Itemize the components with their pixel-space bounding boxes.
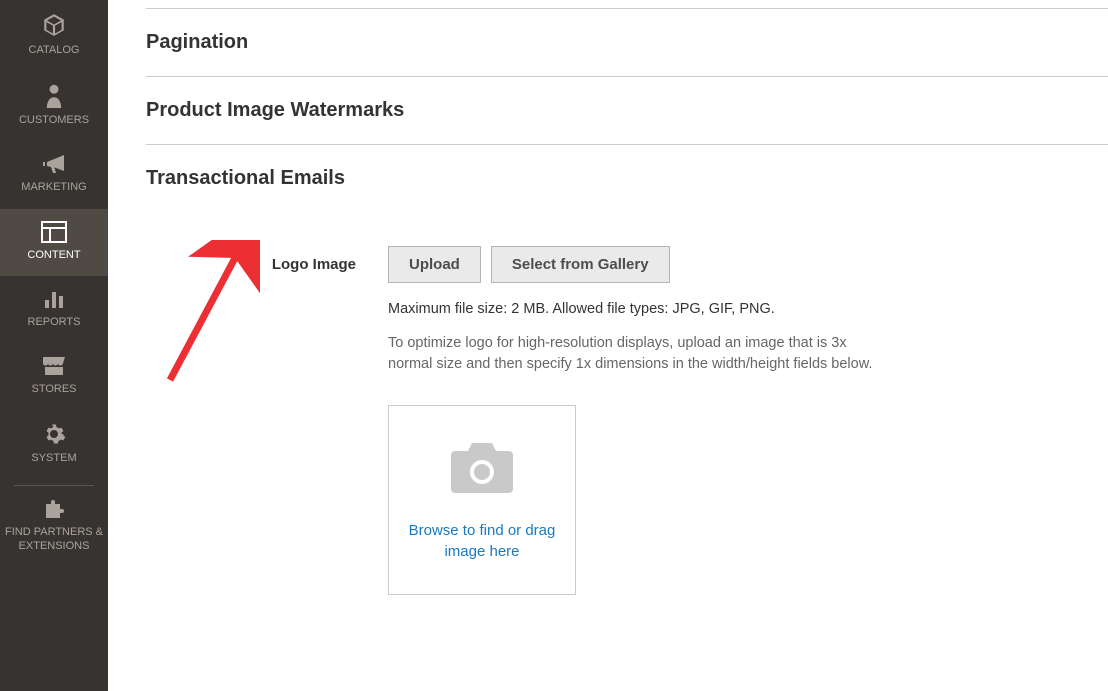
section-watermarks[interactable]: Product Image Watermarks [146,76,1108,144]
image-dropzone[interactable]: Browse to find or drag image here [388,405,576,595]
admin-sidebar: CATALOG CUSTOMERS MARKETING CONTENT REPO… [0,0,108,691]
section-transactional-emails[interactable]: Transactional Emails Logo Image Upload S… [146,144,1108,617]
logo-image-label: Logo Image [146,246,388,273]
main-content: Pagination Product Image Watermarks Tran… [108,0,1108,617]
sidebar-label: CONTENT [4,249,104,262]
upload-button[interactable]: Upload [388,246,481,283]
sidebar-item-stores[interactable]: STORES [0,343,108,410]
sidebar-item-reports[interactable]: REPORTS [0,276,108,343]
logo-image-field: Logo Image Upload Select from Gallery Ma… [146,246,1108,595]
optimize-note-text: To optimize logo for high-resolution dis… [388,333,888,375]
sidebar-label: REPORTS [4,316,104,329]
logo-image-controls: Upload Select from Gallery Maximum file … [388,246,948,595]
sidebar-label: CATALOG [4,44,104,57]
cube-icon [4,12,104,38]
section-title-emails: Transactional Emails [146,167,1108,190]
sidebar-label: STORES [4,383,104,396]
megaphone-icon [4,153,104,175]
select-from-gallery-button[interactable]: Select from Gallery [491,246,670,283]
bar-chart-icon [4,288,104,310]
puzzle-icon [4,498,104,520]
sidebar-item-catalog[interactable]: CATALOG [0,0,108,71]
gear-icon [4,422,104,446]
person-icon [4,83,104,108]
section-title-watermarks: Product Image Watermarks [146,99,1108,122]
store-icon [4,355,104,377]
sidebar-label: MARKETING [4,181,104,194]
sidebar-label: SYSTEM [4,452,104,465]
sidebar-item-marketing[interactable]: MARKETING [0,141,108,208]
sidebar-item-content[interactable]: CONTENT [0,209,108,276]
section-title-pagination: Pagination [146,31,1108,54]
sidebar-item-system[interactable]: SYSTEM [0,410,108,479]
sidebar-label: CUSTOMERS [4,114,104,127]
sidebar-label: FIND PARTNERS & EXTENSIONS [4,526,104,552]
dropzone-text: Browse to find or drag image here [389,520,575,562]
camera-icon [447,439,517,502]
sidebar-item-partners[interactable]: FIND PARTNERS & EXTENSIONS [0,486,108,566]
section-pagination[interactable]: Pagination [146,8,1108,76]
file-restrictions-text: Maximum file size: 2 MB. Allowed file ty… [388,299,948,319]
layout-icon [4,221,104,243]
sidebar-item-customers[interactable]: CUSTOMERS [0,71,108,141]
